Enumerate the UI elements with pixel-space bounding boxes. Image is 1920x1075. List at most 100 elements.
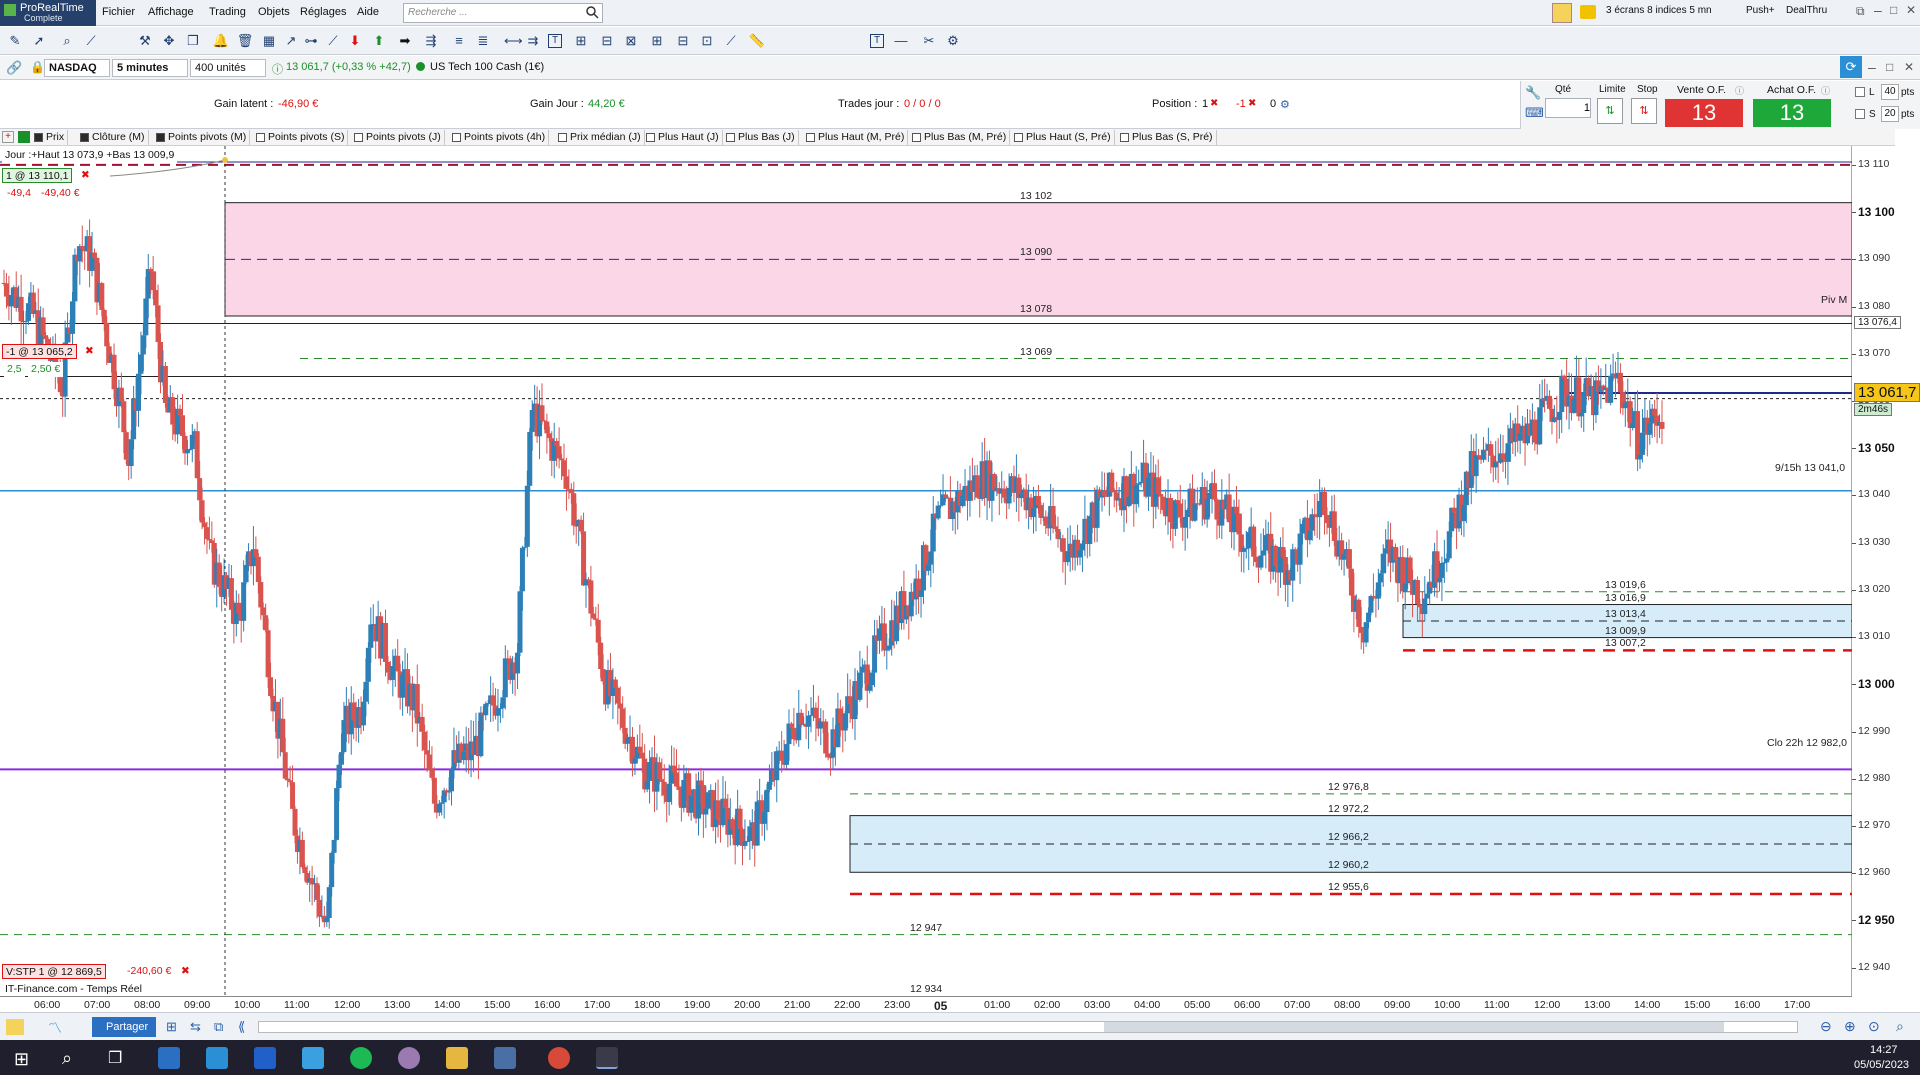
time-axis[interactable]: 06:00 07:00 08:00 09:00 10:00 11:00 12:00 13:00… — [0, 996, 1852, 1013]
move-icon[interactable]: ✥ — [160, 32, 178, 50]
legend-plus-bas-s[interactable]: Plus Bas (S, Pré) — [1118, 130, 1217, 145]
minimize-icon[interactable]: – — [1874, 2, 1882, 18]
legend-checkbox[interactable] — [646, 133, 655, 142]
legend-checkbox[interactable] — [34, 133, 43, 142]
zoom-in-icon[interactable]: ⊕ — [1844, 1018, 1856, 1035]
legend-checkbox[interactable] — [256, 133, 265, 142]
bell-icon[interactable]: 🔔 — [212, 32, 230, 50]
chart-close-icon[interactable]: ✕ — [1904, 60, 1914, 74]
taskbar-app-store-icon[interactable] — [206, 1047, 228, 1069]
measure-icon[interactable]: ⟋ — [722, 32, 740, 50]
line-tool-icon[interactable]: ↗ — [282, 32, 300, 50]
legend-checkbox[interactable] — [726, 133, 735, 142]
s-checkbox[interactable] — [1855, 109, 1865, 119]
legend-pivots-4h[interactable]: Points pivots (4h) — [450, 130, 550, 145]
legend-checkbox[interactable] — [558, 133, 567, 142]
arrow-down-icon[interactable]: ⬇ — [346, 32, 364, 50]
l-pts-input[interactable]: 40 — [1881, 84, 1899, 100]
position-short-close-icon[interactable]: ✖ — [1248, 98, 1256, 109]
sync-icon[interactable]: ⇆ — [190, 1019, 201, 1035]
qty-input[interactable] — [1545, 98, 1591, 118]
legend-checkbox[interactable] — [912, 133, 921, 142]
scissor-icon[interactable]: ✂ — [920, 32, 938, 50]
push-button[interactable]: Push+ — [1746, 5, 1775, 16]
channel-icon[interactable]: ≣ — [474, 32, 492, 50]
taskbar-spotify-icon[interactable] — [350, 1047, 372, 1069]
hline-icon[interactable]: ⇶ — [422, 32, 440, 50]
layers-icon[interactable]: ▦ — [260, 32, 278, 50]
fib4-icon[interactable]: ⊞ — [648, 32, 666, 50]
legend-prix-median[interactable]: Prix médian (J) — [556, 130, 645, 145]
legend-cloture-m[interactable]: Clôture (M) — [78, 130, 149, 145]
keypad-icon[interactable]: ⌨ — [1525, 105, 1544, 121]
settings-icon[interactable]: ⚙ — [944, 32, 962, 50]
fib-icon[interactable]: ⊞ — [572, 32, 590, 50]
fib2-icon[interactable]: ⊟ — [598, 32, 616, 50]
hline2-icon[interactable]: ≡ — [450, 32, 468, 50]
scrollbar-thumb[interactable] — [1104, 1022, 1724, 1032]
legend-checkbox[interactable] — [452, 133, 461, 142]
legend-checkbox[interactable] — [80, 133, 89, 142]
arrow-up-icon[interactable]: ⬆ — [370, 32, 388, 50]
zoom-fit-icon[interactable]: ⊙ — [1868, 1018, 1880, 1035]
taskbar-prorealtime-icon[interactable] — [596, 1047, 618, 1069]
legend-checkbox[interactable] — [806, 133, 815, 142]
delete-icon[interactable]: 🗑 — [236, 32, 254, 50]
menu-aide[interactable]: Aide — [357, 6, 379, 18]
price-axis[interactable]: 13 11013 10013 09013 08013 07013 06013 0… — [1852, 146, 1920, 996]
taskbar-chrome-icon[interactable] — [548, 1047, 570, 1069]
chart-type-icon[interactable]: 〽 — [48, 1018, 62, 1038]
ruler2-icon[interactable]: 📏 — [748, 32, 766, 50]
copy-icon[interactable]: ❐ — [184, 32, 202, 50]
taskbar-app-shop-icon[interactable] — [302, 1047, 324, 1069]
taskbar-app-word-icon[interactable] — [158, 1047, 180, 1069]
task-view-icon[interactable]: ❐ — [108, 1048, 122, 1068]
units-select[interactable]: 400 unités — [190, 59, 266, 77]
workspace-selector[interactable]: 3 écrans 8 indices 5 mn — [1606, 5, 1712, 16]
sell-button[interactable]: 13 060,7 — [1665, 99, 1743, 153]
fib5-icon[interactable]: ⊟ — [674, 32, 692, 50]
order-long-cancel-icon[interactable]: ✖ — [78, 168, 93, 183]
taskbar-search-icon[interactable]: ⌕ — [62, 1048, 72, 1069]
legend-plus-bas-m[interactable]: Plus Bas (M, Pré) — [910, 130, 1011, 145]
indicator-color-icon[interactable] — [18, 131, 30, 143]
legend-checkbox[interactable] — [1014, 133, 1023, 142]
trend-icon[interactable]: ⟋ — [324, 32, 342, 50]
line-style-icon[interactable]: — — [892, 32, 910, 50]
legend-pivots-m[interactable]: Points pivots (M) — [154, 130, 251, 145]
draw-icon[interactable] — [6, 1019, 24, 1035]
ruler-icon[interactable]: ⟋ — [82, 32, 100, 50]
s-pts-input[interactable]: 20 — [1881, 106, 1899, 122]
compare-icon[interactable]: ⧉ — [214, 1019, 223, 1035]
stop-order-cancel-icon[interactable]: ✖ — [178, 964, 193, 979]
legend-plus-haut-j[interactable]: Plus Haut (J) — [644, 130, 723, 145]
taskbar-app-outlook-icon[interactable] — [254, 1047, 276, 1069]
alert-bell-icon[interactable] — [1580, 5, 1596, 19]
close-icon[interactable]: ✕ — [1906, 3, 1916, 17]
refresh-icon[interactable]: ⟳ — [1840, 56, 1862, 78]
stop-order-tag[interactable]: V:STP 1 @ 12 869,5 — [2, 964, 106, 979]
legend-checkbox[interactable] — [354, 133, 363, 142]
pen-icon[interactable]: ✎ — [6, 32, 24, 50]
hammer-icon[interactable]: ⚒ — [136, 32, 154, 50]
search-icon[interactable] — [585, 5, 599, 19]
legend-plus-bas-j[interactable]: Plus Bas (J) — [724, 130, 799, 145]
search-zoom-icon[interactable]: ⌕ — [1896, 1018, 1904, 1035]
layout-icon[interactable]: ⊞ — [166, 1019, 177, 1035]
restore-window-icon[interactable]: ⧉ — [1856, 4, 1865, 19]
legend-pivots-j[interactable]: Points pivots (J) — [352, 130, 445, 145]
add-indicator-icon[interactable]: + — [2, 131, 14, 143]
text-tool-icon[interactable]: T — [548, 34, 562, 48]
link-icon[interactable]: 🔗 — [6, 60, 22, 76]
price-chart[interactable]: 13 102 13 090 13 078 13 069 13 019,6 13 016,9… — [0, 146, 1853, 996]
history-icon[interactable]: ⟪ — [238, 1019, 245, 1035]
timeframe-select[interactable]: 5 minutes — [112, 59, 188, 77]
zoom-icon[interactable]: ⌕ — [58, 32, 76, 50]
maximize-icon[interactable]: □ — [1890, 3, 1897, 17]
order-short-cancel-icon[interactable]: ✖ — [82, 344, 97, 359]
menu-objets[interactable]: Objets — [258, 6, 290, 18]
segment-icon[interactable]: ⊶ — [302, 32, 320, 50]
order-tool-icon[interactable]: 🔧 — [1525, 85, 1541, 101]
order-short-tag[interactable]: -1 @ 13 065,2 — [2, 344, 77, 359]
windows-start-icon[interactable]: ⊞ — [14, 1049, 29, 1070]
